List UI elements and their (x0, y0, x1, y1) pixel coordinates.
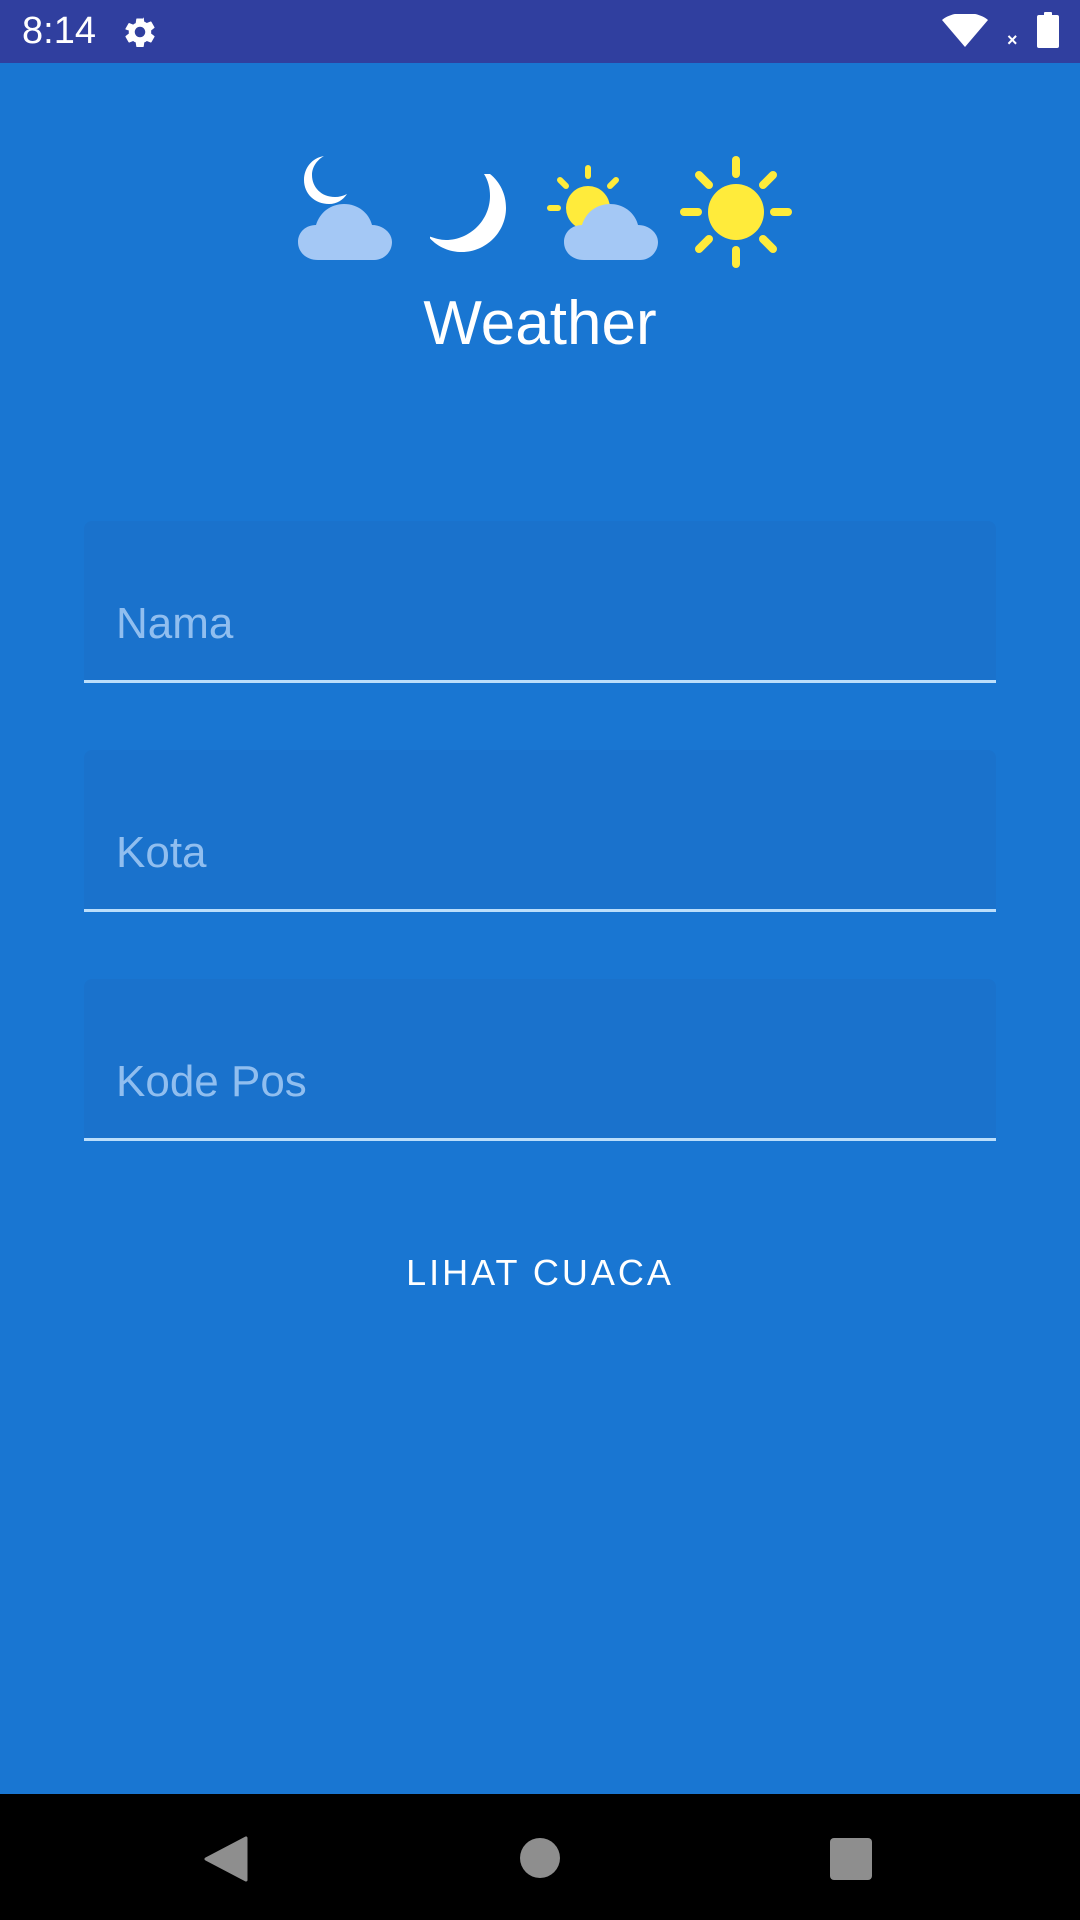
app-screen: 8:14 × Weather Nama Kota Kode Pos LIHAT … (0, 0, 1080, 1920)
gear-icon (125, 17, 155, 48)
name-field[interactable] (84, 521, 996, 683)
wifi-icon (942, 14, 988, 47)
moon-icon (430, 174, 506, 252)
sun-cloud-icon (547, 165, 658, 260)
app-title: Weather (423, 289, 657, 358)
moon-cloud-icon (298, 156, 392, 260)
zip-code-input[interactable] (116, 1052, 956, 1112)
name-input[interactable] (116, 594, 956, 654)
city-input[interactable] (116, 823, 956, 883)
no-data-icon: × (1007, 30, 1018, 50)
battery-icon (1037, 12, 1059, 48)
sun-icon (680, 156, 792, 268)
recents-icon[interactable] (830, 1838, 872, 1880)
navigation-bar (0, 1794, 1080, 1920)
home-icon[interactable] (520, 1838, 560, 1878)
view-weather-button[interactable]: LIHAT CUACA (370, 1232, 710, 1312)
status-bar: 8:14 × (0, 0, 1080, 63)
back-icon[interactable] (204, 1836, 248, 1882)
weather-icons-row (280, 150, 800, 270)
city-field[interactable] (84, 750, 996, 912)
zip-code-field[interactable] (84, 979, 996, 1141)
status-time: 8:14 (22, 10, 96, 52)
